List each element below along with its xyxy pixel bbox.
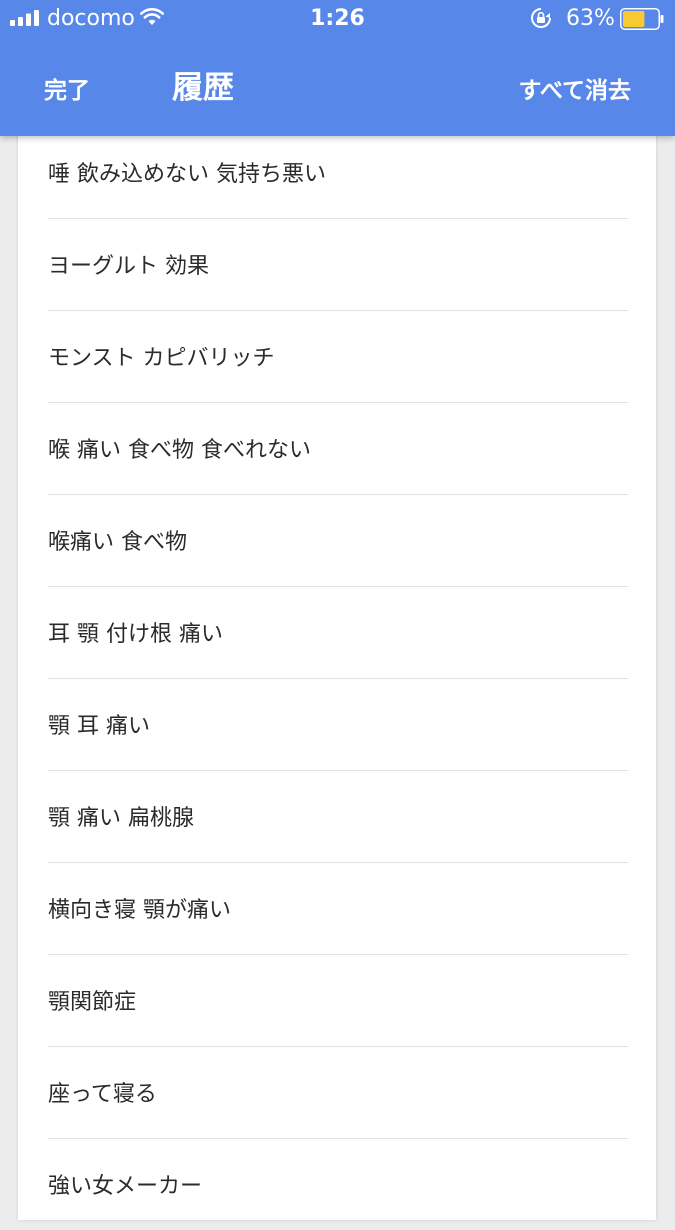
history-item[interactable]: モンスト カピバリッチ [48,311,628,403]
history-item[interactable]: 耳 顎 付け根 痛い [48,587,628,679]
history-item-label: 顎関節症 [48,990,137,1015]
history-item-label: 唾 飲み込めない 気持ち悪い [48,162,326,187]
history-item[interactable]: 喉 痛い 食べ物 食べれない [48,403,628,495]
history-item[interactable]: 横向き寝 顎が痛い [48,863,628,955]
history-item[interactable]: 喉痛い 食べ物 [48,495,628,587]
history-item-label: 顎 痛い 扁桃腺 [48,806,194,831]
history-item[interactable]: ヨーグルト 効果 [48,219,628,311]
history-item-label: モンスト カピバリッチ [48,346,275,371]
history-item[interactable]: 顎関節症 [48,955,628,1047]
history-item-label: 喉痛い 食べ物 [48,530,187,555]
battery-percentage: 63% [566,6,615,31]
history-item-label: 顎 耳 痛い [48,714,150,739]
history-item[interactable]: 唾 飲み込めない 気持ち悪い [48,127,628,219]
history-item-label: 耳 顎 付け根 痛い [48,622,223,647]
history-item[interactable]: 顎 耳 痛い [48,679,628,771]
history-item-label: 強い女メーカー [48,1174,203,1199]
navigation-header: docomo 1:26 63% 完了 履歴 すべて消去 [0,0,675,136]
done-button[interactable]: 完了 [44,76,90,106]
clear-all-button[interactable]: すべて消去 [519,76,631,106]
rotation-lock-icon [531,8,551,28]
history-list: 唾 飲み込めない 気持ち悪い ヨーグルト 効果 モンスト カピバリッチ 喉 痛い… [48,127,628,1230]
history-item[interactable]: 座って寝る [48,1047,628,1139]
history-item-label: ヨーグルト 効果 [48,254,209,279]
page-title: 履歴 [172,70,234,106]
history-item-label: 座って寝る [48,1082,157,1107]
status-bar: docomo 1:26 63% [0,0,675,40]
battery-icon [620,8,664,30]
history-item-label: 横向き寝 顎が痛い [48,898,231,923]
history-item[interactable]: 顎 痛い 扁桃腺 [48,771,628,863]
history-item[interactable]: 強い女メーカー [48,1139,628,1230]
history-item-label: 喉 痛い 食べ物 食べれない [48,438,311,463]
history-card: 唾 飲み込めない 気持ち悪い ヨーグルト 効果 モンスト カピバリッチ 喉 痛い… [18,120,656,1220]
